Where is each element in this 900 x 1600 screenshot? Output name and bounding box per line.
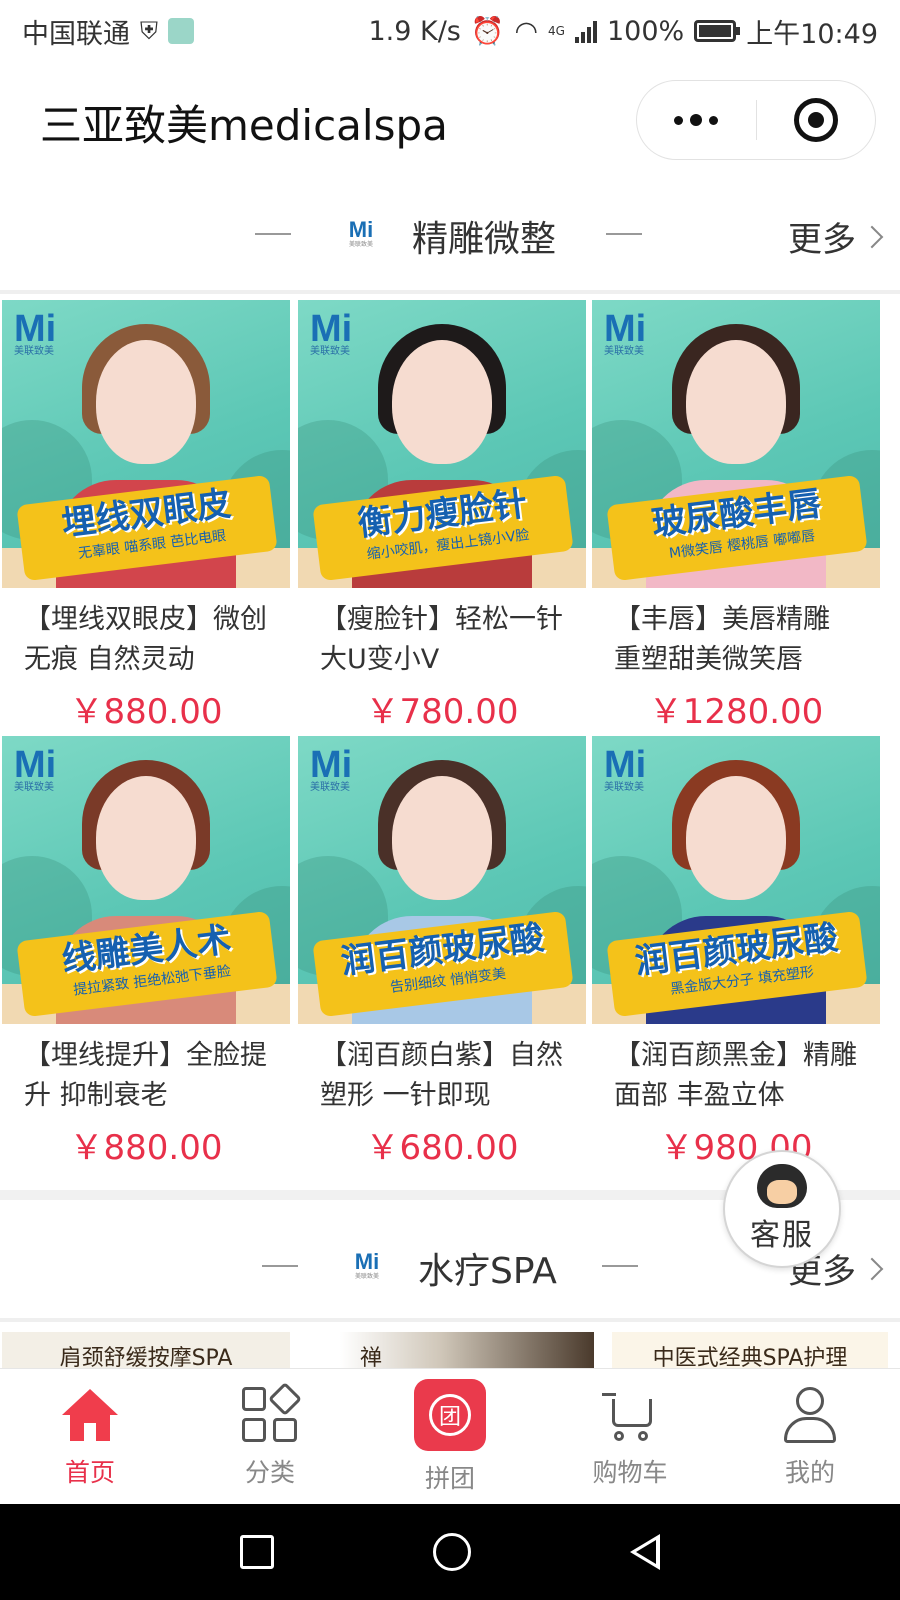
customer-service-label: 客服 <box>750 1218 814 1253</box>
status-left: 中国联通 ⛨ <box>22 12 194 51</box>
product-card[interactable]: Mi 美联致美 线雕美人术 提拉紧致 拒绝松弛下垂脸【埋线提升】全脸提升 抑制衰老 ￥8… <box>2 736 290 1168</box>
product-price: ￥780.00 <box>365 692 519 732</box>
battery-icon <box>694 20 741 42</box>
header-line-right <box>602 1265 638 1267</box>
status-bar: 中国联通 ⛨ 1.9 K/s ⏰ ◠ 4G 100% 上午10:49 <box>0 0 900 62</box>
brand-logo-icon: Mi 美联致美 <box>354 1249 380 1281</box>
spa-product-card[interactable]: 中医式经典SPA护理 <box>612 1332 888 1368</box>
product-name[interactable]: 【丰唇】美唇精雕 重塑甜美微笑唇 <box>614 600 864 680</box>
back-button[interactable] <box>630 1534 661 1570</box>
dot-icon <box>674 115 684 125</box>
brand-logo-icon: Mi 美联致美 <box>310 744 353 793</box>
section-divider <box>0 1318 900 1322</box>
product-image[interactable]: Mi 美联致美 润百颜玻尿酸 告别细纹 悄悄变美 <box>298 736 586 1024</box>
product-image[interactable]: Mi 美联致美 埋线双眼皮 无辜眼 喵系眼 芭比电眼 <box>2 300 290 588</box>
system-nav-bar <box>0 1504 900 1600</box>
close-mini-program-button[interactable] <box>756 81 875 159</box>
home-button[interactable] <box>432 1533 471 1571</box>
product-image[interactable]: Mi 美联致美 玻尿酸丰唇 M微笑唇 樱桃唇 嘟嘟唇 <box>592 300 880 588</box>
network-type: 4G <box>548 24 565 38</box>
chevron-right-icon <box>860 1257 884 1280</box>
brand-logo-icon: Mi 美联致美 <box>348 217 374 249</box>
home-icon <box>60 1385 120 1445</box>
tab-category[interactable]: 分类 <box>180 1369 360 1504</box>
bottom-tab-bar: 首页 分类 团 拼团 购物车 我的 <box>0 1368 900 1504</box>
product-name[interactable]: 【埋线双眼皮】微创无痕 自然灵动 <box>24 600 274 680</box>
spa-product-card[interactable]: 肩颈舒缓按摩SPA <box>2 1332 290 1368</box>
product-price: ￥880.00 <box>69 692 223 732</box>
product-price: ￥1280.00 <box>648 692 824 732</box>
customer-service-button[interactable]: 客服 <box>723 1150 841 1268</box>
user-icon <box>780 1385 840 1445</box>
signal-icon <box>574 19 597 43</box>
brand-logo-icon: Mi 美联致美 <box>604 744 647 793</box>
brand-logo-icon: Mi 美联致美 <box>604 308 647 357</box>
tab-label: 分类 <box>244 1457 295 1487</box>
product-image[interactable]: Mi 美联致美 润百颜玻尿酸 黑金版大分子 填充塑形 <box>592 736 880 1024</box>
tab-cart[interactable]: 购物车 <box>540 1369 720 1504</box>
battery-percent: 100% <box>606 15 685 47</box>
product-name[interactable]: 【润百颜黑金】精雕面部 丰盈立体 <box>614 1036 864 1116</box>
product-image[interactable]: Mi 美联致美 衡力瘦脸针 缩小咬肌，瘦出上镜小V脸 <box>298 300 586 588</box>
spa-card-title: 禅 <box>360 1346 383 1368</box>
brand-logo-icon: Mi 美联致美 <box>14 308 57 357</box>
spa-product-card[interactable]: 禅 <box>340 1332 594 1368</box>
recent-apps-button[interactable] <box>239 1535 274 1569</box>
support-agent-icon <box>757 1164 807 1208</box>
header-line-left <box>255 233 291 235</box>
brand-logo-icon: Mi 美联致美 <box>310 308 353 357</box>
section-title: 精雕微整 <box>412 219 557 260</box>
alarm-icon: ⏰ <box>470 16 505 47</box>
wifi-icon: ◠ <box>514 15 539 47</box>
product-name[interactable]: 【瘦脸针】轻松一针 大U变小V <box>320 600 570 680</box>
product-name[interactable]: 【埋线提升】全脸提升 抑制衰老 <box>24 1036 274 1116</box>
chevron-right-icon <box>860 225 884 248</box>
target-icon <box>793 98 838 142</box>
product-price: ￥980.00 <box>659 1128 813 1168</box>
title-bar: 三亚致美medicalspa <box>0 62 900 182</box>
section-divider <box>0 290 900 294</box>
category-icon <box>240 1381 302 1445</box>
tab-label: 首页 <box>64 1457 115 1487</box>
status-right: 1.9 K/s ⏰ ◠ 4G 100% 上午10:49 <box>368 12 878 51</box>
product-price: ￥680.00 <box>365 1128 519 1168</box>
section-title: 水疗SPA <box>418 1251 557 1292</box>
more-link[interactable]: 更多 <box>788 212 884 261</box>
page-title: 三亚致美medicalspa <box>40 101 448 150</box>
tab-group-buy[interactable]: 团 拼团 <box>360 1369 540 1504</box>
dot-icon <box>690 114 703 126</box>
section-header-micro: Mi 美联致美 精雕微整 更多 <box>0 184 900 284</box>
product-image[interactable]: Mi 美联致美 线雕美人术 提拉紧致 拒绝松弛下垂脸 <box>2 736 290 1024</box>
mini-program-capsule <box>636 80 876 160</box>
group-buy-icon: 团 <box>414 1378 486 1451</box>
product-name[interactable]: 【润百颜白紫】自然塑形 一针即现 <box>320 1036 570 1116</box>
product-price: ￥880.00 <box>69 1128 223 1168</box>
header-line-left <box>262 1265 298 1267</box>
product-card[interactable]: Mi 美联致美 衡力瘦脸针 缩小咬肌，瘦出上镜小V脸【瘦脸针】轻松一针 大U变小V ￥7… <box>298 300 586 732</box>
clock: 上午10:49 <box>746 18 878 50</box>
tab-label: 购物车 <box>592 1457 668 1487</box>
spa-card-title: 中医式经典SPA护理 <box>652 1346 848 1368</box>
product-card[interactable]: Mi 美联致美 玻尿酸丰唇 M微笑唇 樱桃唇 嘟嘟唇【丰唇】美唇精雕 重塑甜美微笑唇 ￥… <box>592 300 880 732</box>
app-notification-icon <box>168 18 194 44</box>
cart-icon <box>600 1385 660 1445</box>
spa-card-title: 肩颈舒缓按摩SPA <box>59 1346 233 1368</box>
tab-home[interactable]: 首页 <box>0 1369 180 1504</box>
product-card[interactable]: Mi 美联致美 润百颜玻尿酸 告别细纹 悄悄变美【润百颜白紫】自然塑形 一针即现 ￥68… <box>298 736 586 1168</box>
product-card[interactable]: Mi 美联致美 润百颜玻尿酸 黑金版大分子 填充塑形【润百颜黑金】精雕面部 丰盈立体 ￥… <box>592 736 880 1168</box>
more-label: 更多 <box>788 220 856 260</box>
product-card[interactable]: Mi 美联致美 埋线双眼皮 无辜眼 喵系眼 芭比电眼【埋线双眼皮】微创无痕 自然灵动 ￥… <box>2 300 290 732</box>
tab-label: 我的 <box>784 1457 835 1487</box>
battery-fill <box>699 25 732 37</box>
tab-profile[interactable]: 我的 <box>720 1369 900 1504</box>
header-line-right <box>606 233 642 235</box>
carrier-label: 中国联通 <box>22 18 130 50</box>
more-menu-button[interactable] <box>637 81 756 159</box>
brand-logo-icon: Mi 美联致美 <box>14 744 57 793</box>
dot-icon <box>709 115 719 125</box>
network-speed: 1.9 K/s <box>368 15 461 47</box>
shield-icon: ⛨ <box>140 17 158 45</box>
tab-label: 拼团 <box>424 1463 475 1493</box>
